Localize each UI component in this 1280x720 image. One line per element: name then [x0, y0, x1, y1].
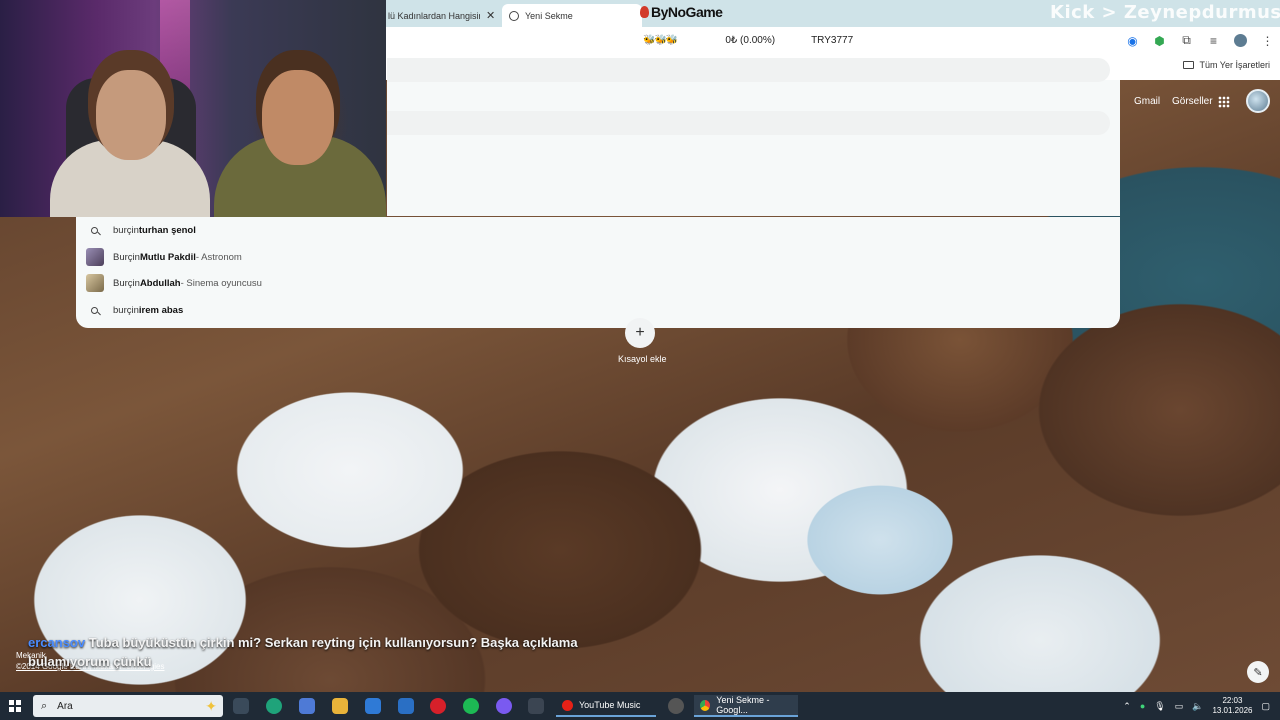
gmail-link[interactable]: Gmail: [1134, 96, 1160, 107]
folder-icon: [1183, 61, 1195, 69]
sparkle-icon: ✦: [205, 697, 217, 714]
audio-icon[interactable]: ◉: [1126, 34, 1139, 48]
shield-icon[interactable]: ⬢: [1153, 34, 1166, 48]
notification-icon[interactable]: ▢: [1261, 701, 1270, 712]
extensions-icon[interactable]: ⧉: [1180, 33, 1193, 47]
davinci-icon[interactable]: [528, 698, 544, 714]
donation-ticker: 🐝🐝🐝 0₺ (0.00%) TRY3777: [637, 28, 867, 52]
media-controls-icon[interactable]: ≡: [1207, 34, 1220, 48]
task-view-icon[interactable]: [233, 698, 249, 714]
suggestion-item[interactable]: burçin irem abas: [76, 297, 1120, 323]
youtube-music-icon: [562, 699, 573, 711]
images-link[interactable]: Görseller: [1172, 96, 1213, 107]
volume-icon[interactable]: 🔈: [1192, 701, 1203, 712]
windows-start-icon[interactable]: [9, 700, 21, 712]
customize-button[interactable]: ✎: [1247, 661, 1269, 683]
taskbar-chrome[interactable]: Yeni Sekme - Googl...: [694, 695, 798, 717]
file-explorer-icon[interactable]: [332, 698, 348, 714]
flame-icon: [640, 6, 649, 18]
tab-title: Yeni Sekme: [525, 10, 573, 21]
taskbar-search[interactable]: ⌕ Ara ✦: [33, 695, 223, 717]
edge-icon[interactable]: [266, 698, 282, 714]
system-tray: ⌃ ● 🎙 ▭ 🔈 22:03 13.01.2026 ▢: [1123, 692, 1280, 720]
network-icon[interactable]: ▭: [1175, 701, 1184, 712]
chevron-up-icon[interactable]: ⌃: [1123, 701, 1131, 712]
spotify-icon[interactable]: [463, 698, 479, 714]
search-icon: [91, 226, 98, 234]
clock[interactable]: 22:03 13.01.2026: [1212, 696, 1252, 716]
plus-icon: +: [625, 318, 655, 348]
suggestion-dropdown: burçin turhan şenol Burçin Mutlu Pakdil …: [76, 217, 1120, 328]
all-bookmarks-button[interactable]: Tüm Yer İşaretleri: [1183, 60, 1270, 70]
menu-icon[interactable]: ⋮: [1261, 34, 1274, 48]
ntp-header-links: Gmail Görseller: [1120, 80, 1280, 125]
microphone-icon[interactable]: 🎙: [1154, 701, 1165, 712]
tab-new-tab[interactable]: Yeni Sekme: [502, 4, 642, 27]
mail-icon[interactable]: [365, 698, 381, 714]
ntp-search-box[interactable]: [387, 111, 1110, 135]
profile-icon[interactable]: [1234, 34, 1247, 47]
apps-grid-icon[interactable]: [1218, 96, 1230, 108]
tab-title: lü Kadınlardan Hangisinin: [388, 10, 480, 21]
close-icon[interactable]: ✕: [486, 9, 495, 22]
taskbar-youtube-music[interactable]: YouTube Music: [556, 695, 656, 717]
omnibox-bar[interactable]: [387, 58, 1110, 82]
search-icon: [91, 306, 98, 314]
store-icon[interactable]: [398, 698, 414, 714]
channel-label: Kick > Zeynepdurmus: [1050, 2, 1280, 23]
avatar[interactable]: [1246, 89, 1270, 113]
sponsor-logo: ByNoGame: [640, 4, 723, 20]
webcam-overlay: [0, 0, 386, 217]
suggestion-item[interactable]: Burçin Mutlu Pakdil - Astronom: [76, 244, 1120, 270]
opera-icon[interactable]: [430, 698, 446, 714]
add-shortcut-button[interactable]: + Kısayol ekle: [618, 318, 667, 364]
ntp-panel: [387, 80, 1120, 216]
copilot-icon[interactable]: [299, 698, 315, 714]
tab-previous[interactable]: lü Kadınlardan Hangisinin ✕: [386, 4, 500, 27]
taskbar: ⌕ Ara ✦ YouTube Music Yeni Sekme - Googl…: [0, 692, 1280, 720]
pencil-icon: ✎: [1253, 666, 1263, 679]
chrome-icon: [700, 699, 711, 711]
chrome-icon: [509, 10, 519, 21]
discord-icon[interactable]: [496, 698, 512, 714]
suggestion-item[interactable]: burçin turhan şenol: [76, 217, 1120, 243]
suggestion-item[interactable]: Burçin Abdullah - Sinema oyuncusu: [76, 270, 1120, 296]
person-thumbnail: [85, 248, 104, 266]
chat-message: ercansov Tuba büyüküstün çirkin mi? Serk…: [28, 635, 578, 669]
search-icon: ⌕: [41, 699, 48, 712]
person-thumbnail: [85, 274, 104, 292]
status-dot-icon[interactable]: ●: [1140, 701, 1145, 711]
obs-icon[interactable]: [668, 698, 684, 714]
